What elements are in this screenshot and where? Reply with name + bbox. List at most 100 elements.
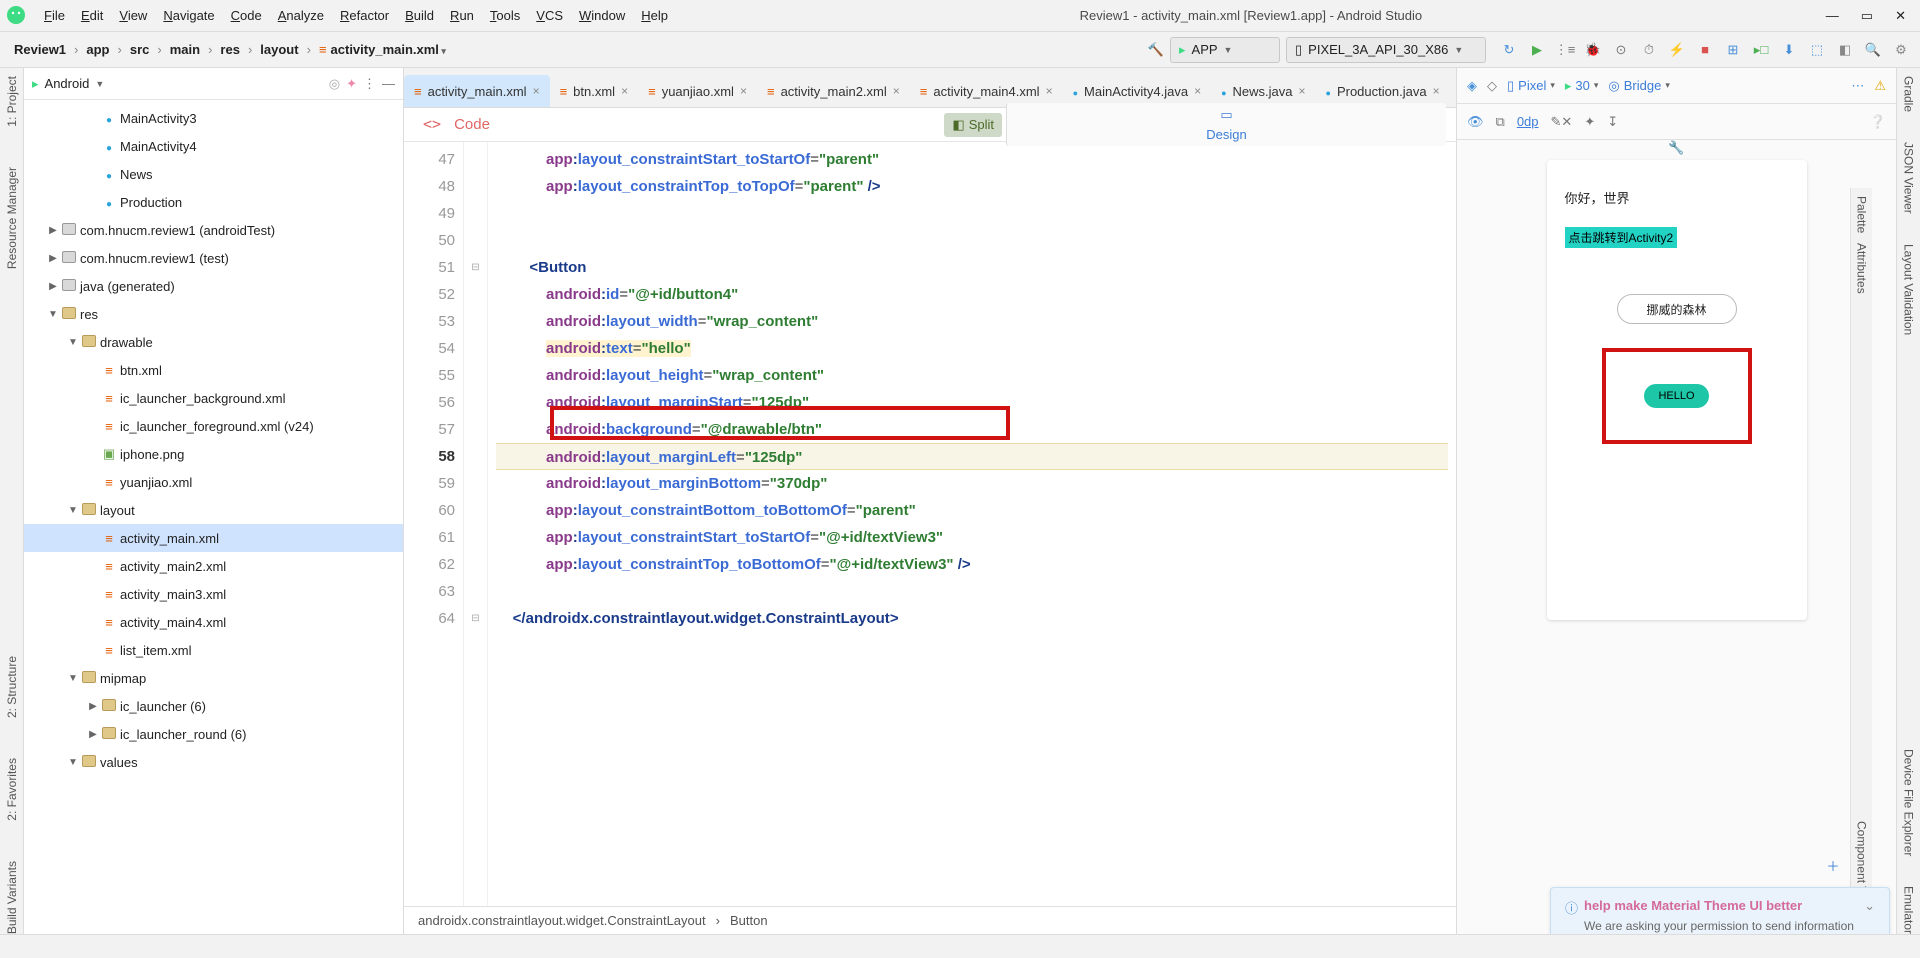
tree-node[interactable]: ▼layout	[24, 496, 403, 524]
favorites-tab[interactable]: 2: Favorites	[5, 758, 19, 821]
breadcrumb-item[interactable]: layout	[256, 39, 302, 60]
tree-node[interactable]: ▶ic_launcher (6)	[24, 692, 403, 720]
menu-edit[interactable]: Edit	[73, 4, 111, 27]
theme-picker[interactable]: ◎ Bridge ▾	[1608, 78, 1669, 94]
help-icon[interactable]: ❔	[1870, 114, 1886, 130]
menu-build[interactable]: Build	[397, 4, 442, 27]
close-button[interactable]: ✕	[1895, 8, 1906, 24]
tree-twisty-icon[interactable]: ▼	[66, 337, 80, 348]
sdk-icon[interactable]: ⬇	[1780, 41, 1798, 59]
maximize-button[interactable]: ▭	[1861, 8, 1873, 24]
hammer-icon[interactable]: 🔨	[1148, 42, 1164, 58]
align-icon[interactable]: ↧	[1607, 114, 1618, 130]
device-picker[interactable]: ▯ Pixel ▾	[1507, 78, 1555, 94]
menu-navigate[interactable]: Navigate	[155, 4, 222, 27]
tree-node[interactable]: Production	[24, 188, 403, 216]
debug-step-icon[interactable]: ⋮≡	[1556, 41, 1574, 59]
layout-inspector-icon[interactable]: ⊞	[1724, 41, 1742, 59]
tree-node[interactable]: ic_launcher_background.xml	[24, 384, 403, 412]
code-text[interactable]: app:layout_constraintStart_toStartOf="pa…	[488, 142, 1456, 906]
project-tree[interactable]: MainActivity3MainActivity4NewsProduction…	[24, 100, 403, 934]
tree-node[interactable]: ic_launcher_foreground.xml (v24)	[24, 412, 403, 440]
tree-node[interactable]: ▶com.hnucm.review1 (test)	[24, 244, 403, 272]
tree-twisty-icon[interactable]: ▶	[46, 253, 60, 264]
split-mode-button[interactable]: ◧ Split	[944, 113, 1002, 137]
tree-node[interactable]: ▼mipmap	[24, 664, 403, 692]
tree-twisty-icon[interactable]: ▼	[66, 505, 80, 516]
tree-node[interactable]: list_item.xml	[24, 636, 403, 664]
breadcrumb-item[interactable]: main	[166, 39, 204, 60]
run-config-combo[interactable]: ▸ APP ▼	[1170, 37, 1280, 63]
magnet-icon[interactable]: ⧉	[1496, 114, 1505, 130]
design-mode-button[interactable]: ▭ Design	[1006, 103, 1446, 146]
tree-node[interactable]: ▼drawable	[24, 328, 403, 356]
tree-node[interactable]: News	[24, 160, 403, 188]
close-tab-icon[interactable]: ×	[893, 84, 900, 98]
palette-tab[interactable]: Palette	[1855, 196, 1869, 233]
breadcrumb-item[interactable]: ≡activity_main.xml ▾	[315, 39, 450, 60]
target-icon[interactable]: ◎	[329, 76, 340, 92]
sync-icon[interactable]: ↻	[1500, 41, 1518, 59]
avd-icon[interactable]: ▸□	[1752, 41, 1770, 59]
tree-node[interactable]: activity_main4.xml	[24, 608, 403, 636]
zoom-in-icon[interactable]: ＋	[1826, 856, 1839, 875]
design-canvas[interactable]: 🔧 你好，世界 点击跳转到Activity2 挪威的森林 HELLO ＋ － 🔍	[1457, 140, 1896, 934]
menu-file[interactable]: File	[36, 4, 73, 27]
tree-node[interactable]: activity_main2.xml	[24, 552, 403, 580]
tree-node[interactable]: ▶ic_launcher_round (6)	[24, 720, 403, 748]
tree-twisty-icon[interactable]: ▶	[86, 701, 100, 712]
close-tab-icon[interactable]: ×	[1194, 84, 1201, 98]
breadcrumbs[interactable]: Review1›app›src›main›res›layout›≡activit…	[10, 39, 1148, 60]
build-variants-tab[interactable]: Build Variants	[5, 861, 19, 934]
tree-node[interactable]: ▼values	[24, 748, 403, 776]
menu-tools[interactable]: Tools	[482, 4, 528, 27]
run-icon[interactable]: ▶	[1528, 41, 1546, 59]
menu-help[interactable]: Help	[633, 4, 676, 27]
debug-icon[interactable]: 🐞	[1584, 41, 1602, 59]
tree-node[interactable]: yuanjiao.xml	[24, 468, 403, 496]
menu-vcs[interactable]: VCS	[528, 4, 571, 27]
hide-icon[interactable]: —	[382, 76, 395, 91]
device-combo[interactable]: ▯ PIXEL_3A_API_30_X86 ▼	[1286, 37, 1486, 63]
profile-icon[interactable]: ⏱	[1640, 41, 1658, 59]
gradle-tab[interactable]: Gradle	[1902, 76, 1916, 112]
close-tab-icon[interactable]: ×	[621, 84, 628, 98]
close-tab-icon[interactable]: ×	[1299, 84, 1306, 98]
tree-twisty-icon[interactable]: ▶	[46, 281, 60, 292]
tree-node[interactable]: ▶com.hnucm.review1 (androidTest)	[24, 216, 403, 244]
warning-icon[interactable]: ⚠	[1874, 78, 1886, 94]
json-viewer-tab[interactable]: JSON Viewer	[1902, 142, 1916, 214]
tree-node[interactable]: activity_main.xml	[24, 524, 403, 552]
cube-icon[interactable]: ◧	[1836, 41, 1854, 59]
editor-tab[interactable]: btn.xml×	[550, 75, 639, 107]
tree-node[interactable]: activity_main3.xml	[24, 580, 403, 608]
api-picker[interactable]: ▸ 30 ▾	[1565, 78, 1599, 94]
menu-refactor[interactable]: Refactor	[332, 4, 397, 27]
view-icon[interactable]: 👁	[1467, 114, 1484, 130]
breadcrumb-item[interactable]: src	[126, 39, 154, 60]
tree-twisty-icon[interactable]: ▼	[46, 309, 60, 320]
close-tab-icon[interactable]: ×	[1433, 84, 1440, 98]
code-area[interactable]: 474849505152535455565758596061626364 ⊟⊟ …	[404, 142, 1456, 906]
options-icon[interactable]: ⋮	[363, 76, 376, 92]
tree-node[interactable]: ▼res	[24, 300, 403, 328]
minimize-button[interactable]: —	[1826, 8, 1839, 24]
dp-value[interactable]: 0dp	[1517, 114, 1539, 129]
editor-tabs[interactable]: activity_main.xml×btn.xml×yuanjiao.xml×a…	[404, 68, 1456, 108]
collapse-icon[interactable]: ✦	[346, 76, 357, 92]
tree-twisty-icon[interactable]: ▼	[66, 673, 80, 684]
structure-tab[interactable]: 2: Structure	[5, 656, 19, 718]
code-breadcrumb[interactable]: androidx.constraintlayout.widget.Constra…	[404, 906, 1456, 934]
tree-twisty-icon[interactable]: ▶	[46, 225, 60, 236]
wand-icon[interactable]: ✎✕	[1551, 114, 1573, 130]
menu-run[interactable]: Run	[442, 4, 482, 27]
fold-column[interactable]: ⊟⊟	[464, 142, 488, 906]
tree-node[interactable]: iphone.png	[24, 440, 403, 468]
editor-tab[interactable]: activity_main2.xml×	[757, 75, 910, 107]
tree-twisty-icon[interactable]: ▶	[86, 729, 100, 740]
tree-twisty-icon[interactable]: ▼	[66, 757, 80, 768]
editor-tab[interactable]: yuanjiao.xml×	[638, 75, 757, 107]
editor-tab[interactable]: activity_main.xml×	[404, 75, 550, 107]
crumb-item[interactable]: androidx.constraintlayout.widget.Constra…	[418, 913, 706, 928]
menu-code[interactable]: Code	[223, 4, 270, 27]
